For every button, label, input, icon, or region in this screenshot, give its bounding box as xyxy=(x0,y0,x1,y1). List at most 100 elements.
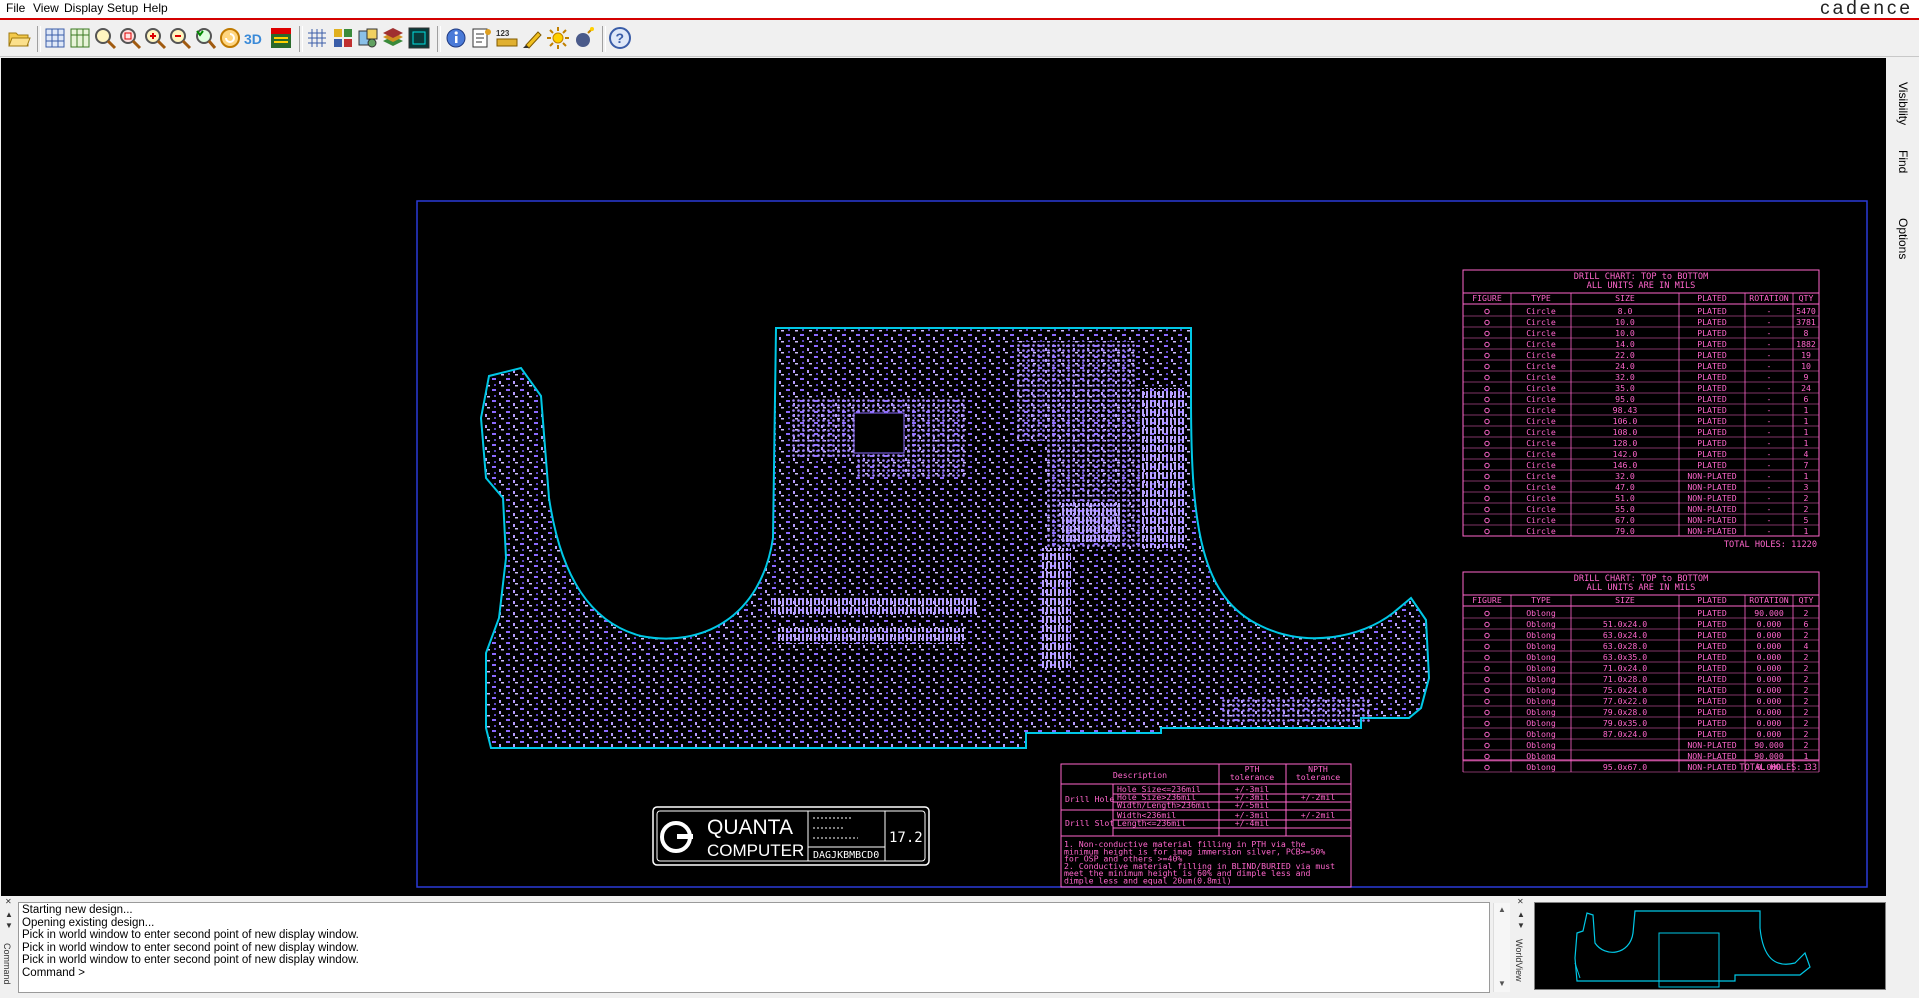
zoom-fit-icon[interactable] xyxy=(67,25,93,51)
chart-cell: Circle xyxy=(1526,504,1556,514)
chart-cell: 1 xyxy=(1804,751,1809,761)
menu-view[interactable]: View xyxy=(33,1,59,15)
chart-cell: 4 xyxy=(1804,641,1809,651)
chart-cell: Oblong xyxy=(1526,718,1556,728)
drill-figure-icon xyxy=(1484,517,1490,524)
scroll-up-icon[interactable]: ▲ xyxy=(5,910,13,919)
chart-cell: Circle xyxy=(1526,471,1556,481)
close-icon[interactable]: ✕ xyxy=(5,897,12,906)
menu-file[interactable]: File xyxy=(6,1,25,15)
command-window-label: Command xyxy=(2,943,12,985)
chart-cell: Circle xyxy=(1526,361,1556,371)
report-icon[interactable] xyxy=(468,25,494,51)
chart-cell: 98.43 xyxy=(1613,405,1638,415)
chart-cell: 2 xyxy=(1804,493,1809,503)
drill-figure-icon xyxy=(1484,621,1490,628)
design-canvas[interactable]: DRILL CHART: TOP to BOTTOM ALL UNITS ARE… xyxy=(1,58,1886,896)
chart-cell: Circle xyxy=(1526,383,1556,393)
tolerance-pth: +/-5mil xyxy=(1235,800,1270,810)
color-layers-icon[interactable] xyxy=(330,25,356,51)
chart-cell: 5 xyxy=(1804,515,1809,525)
brightness-icon[interactable] xyxy=(545,25,571,51)
chart-cell: Circle xyxy=(1526,493,1556,503)
chart-cell: Oblong xyxy=(1526,740,1556,750)
zoom-points-icon[interactable] xyxy=(92,25,118,51)
chart-cell: PLATED xyxy=(1697,372,1727,382)
chart-cell: PLATED xyxy=(1697,630,1727,640)
chart-cell: Oblong xyxy=(1526,630,1556,640)
highlight-icon[interactable] xyxy=(519,25,545,51)
chart-cell: Circle xyxy=(1526,394,1556,404)
chart-cell: 79.0x28.0 xyxy=(1603,707,1647,717)
chart-cell: PLATED xyxy=(1697,652,1727,662)
chart-cell: - xyxy=(1767,460,1772,470)
grid-zoom-icon[interactable] xyxy=(42,25,68,51)
help-icon[interactable]: ? xyxy=(607,25,633,51)
3d-view-icon[interactable]: 3D xyxy=(242,25,268,51)
chart-cell: 35.0 xyxy=(1615,383,1635,393)
grid-icon[interactable] xyxy=(304,25,330,51)
tab-find[interactable]: Find xyxy=(1896,150,1910,173)
svg-text:?: ? xyxy=(616,30,625,46)
chart-cell: - xyxy=(1767,317,1772,327)
title-block: QUANTA COMPUTER DAGJKBMBCD0 17.2 xyxy=(652,806,930,866)
scroll-down-icon[interactable]: ▼ xyxy=(1498,978,1506,991)
chart-cell: PLATED xyxy=(1697,696,1727,706)
tab-visibility[interactable]: Visibility xyxy=(1896,82,1910,125)
zoom-in-icon[interactable] xyxy=(142,25,168,51)
menu-help[interactable]: Help xyxy=(143,1,168,15)
menu-bar: File View Display Setup Help cadence xyxy=(0,0,1919,20)
refresh-icon[interactable] xyxy=(217,25,243,51)
world-view-window[interactable] xyxy=(1534,902,1886,990)
close-icon[interactable]: ✕ xyxy=(1517,897,1524,906)
chart-cell: 0.000 xyxy=(1757,641,1782,651)
zoom-out-icon[interactable] xyxy=(167,25,193,51)
chart-cell: - xyxy=(1767,372,1772,382)
pcb-layout[interactable]: DRILL CHART: TOP to BOTTOM ALL UNITS ARE… xyxy=(1,58,1886,896)
drill-figure-icon xyxy=(1484,352,1490,359)
scroll-up-icon[interactable]: ▲ xyxy=(1498,904,1506,917)
drill-figure-icon xyxy=(1484,308,1490,315)
chart-cell: 77.0x22.0 xyxy=(1603,696,1647,706)
chart-cell: 87.0x24.0 xyxy=(1603,729,1647,739)
chart-header: QTY xyxy=(1799,293,1814,303)
menu-display[interactable]: Display xyxy=(64,1,103,15)
chart-cell: 79.0 xyxy=(1615,526,1635,536)
chart-header: TYPE xyxy=(1531,293,1551,303)
board-outline xyxy=(479,327,1431,749)
display-settings-icon[interactable] xyxy=(355,25,381,51)
chart-header: ROTATION xyxy=(1749,293,1789,303)
open-folder-icon[interactable] xyxy=(6,25,32,51)
tab-options[interactable]: Options xyxy=(1896,218,1910,259)
measure-123-icon[interactable]: 123 xyxy=(494,25,520,51)
info-icon[interactable] xyxy=(443,25,469,51)
flip-icon[interactable] xyxy=(268,25,294,51)
chart-cell: - xyxy=(1767,493,1772,503)
shadow-icon[interactable] xyxy=(571,25,597,51)
menu-setup[interactable]: Setup xyxy=(107,1,138,15)
chart-cell: 51.0x24.0 xyxy=(1603,619,1647,629)
chart-cell: Circle xyxy=(1526,306,1556,316)
chart-cell: 0.000 xyxy=(1757,674,1782,684)
drill-figure-icon xyxy=(1484,319,1490,326)
scroll-down-icon[interactable]: ▼ xyxy=(1517,921,1525,930)
chart-cell: 2 xyxy=(1804,696,1809,706)
command-prompt[interactable]: Command > xyxy=(22,967,1486,980)
zoom-previous-icon[interactable] xyxy=(192,25,218,51)
scroll-up-icon[interactable]: ▲ xyxy=(1517,910,1525,919)
command-window[interactable]: Starting new design... Opening existing … xyxy=(18,902,1510,993)
chart-cell: 63.0x24.0 xyxy=(1603,630,1647,640)
chart-cell: Circle xyxy=(1526,449,1556,459)
zoom-area-icon[interactable] xyxy=(117,25,143,51)
world-view-icon[interactable] xyxy=(406,25,432,51)
scroll-down-icon[interactable]: ▼ xyxy=(5,921,13,930)
drill-chart-oblong: DRILL CHART: TOP to BOTTOM ALL UNITS ARE… xyxy=(1462,571,1820,773)
drill-figure-icon xyxy=(1484,385,1490,392)
chart-header: TYPE xyxy=(1531,595,1551,605)
chart-cell: PLATED xyxy=(1697,674,1727,684)
chart-cell: PLATED xyxy=(1697,317,1727,327)
chart-header: ROTATION xyxy=(1749,595,1789,605)
command-scrollbar[interactable]: ▲ ▼ xyxy=(1493,903,1510,992)
stack-layers-icon[interactable] xyxy=(380,25,406,51)
drill-figure-icon xyxy=(1484,396,1490,403)
